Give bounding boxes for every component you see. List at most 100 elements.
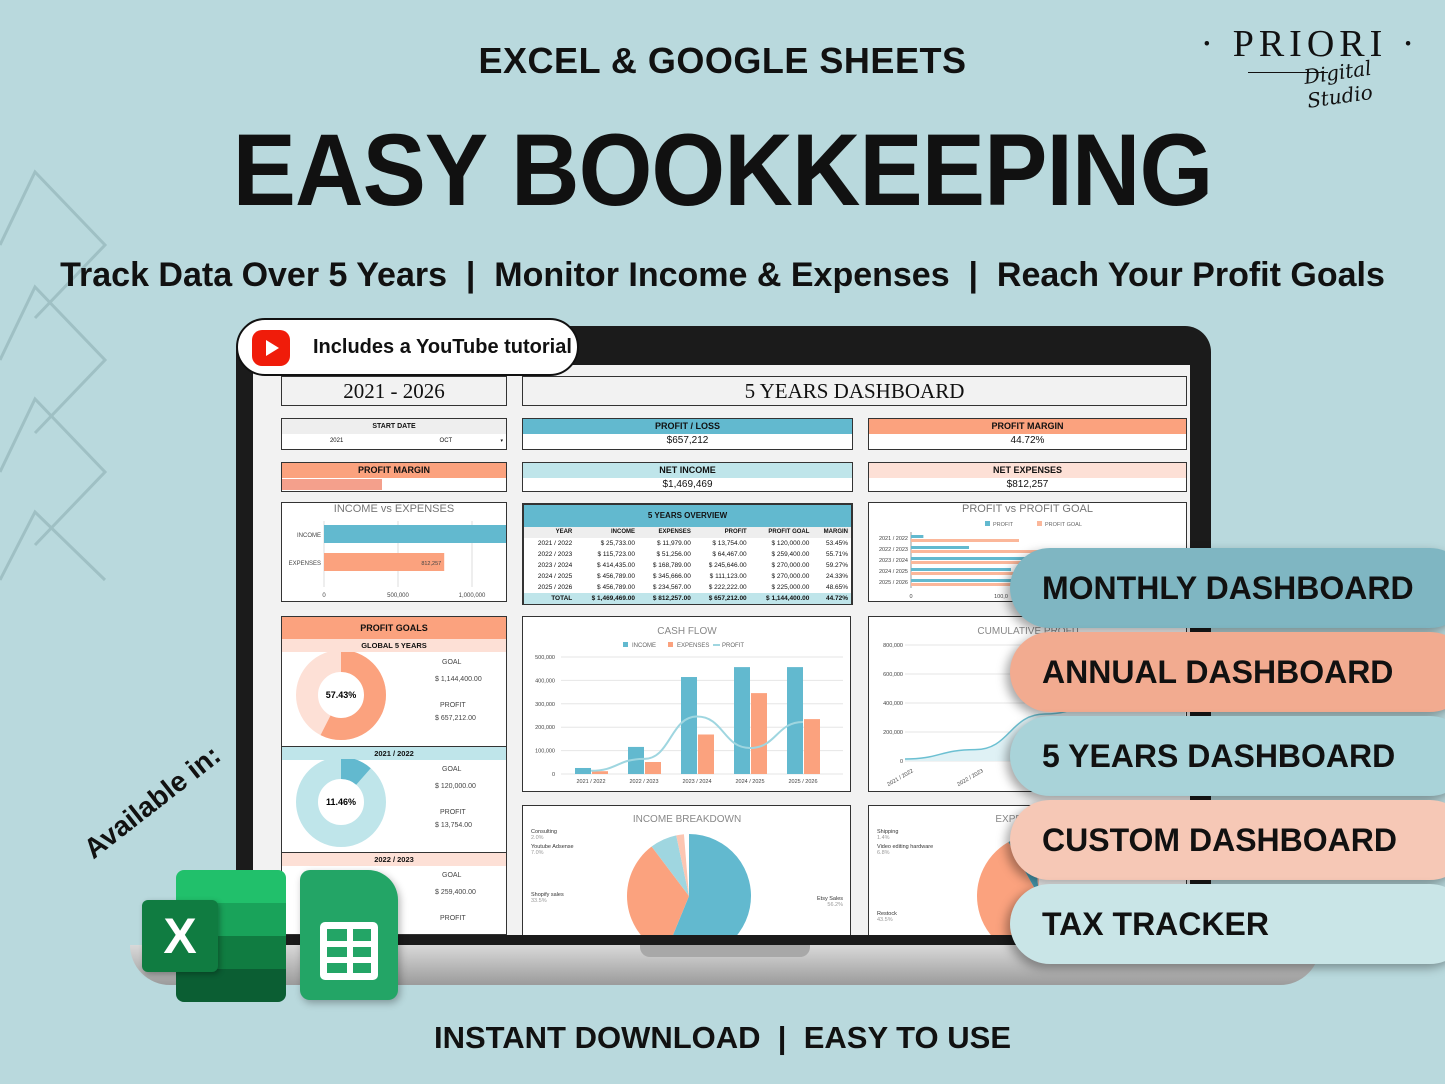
profit-label: PROFIT <box>440 809 466 816</box>
section-label: GLOBAL 5 YEARS <box>282 639 506 652</box>
column-header: MARGIN <box>812 527 851 538</box>
table-cell: $ 111,123.00 <box>709 573 747 580</box>
x-tick-label: 2022 / 2023 <box>629 779 658 785</box>
chart-title: CASH FLOW <box>657 626 717 637</box>
slice-percent: 43.5% <box>877 917 893 923</box>
x-tick-label: 2021 / 2022 <box>576 779 605 785</box>
total-cell: $ 657,212.00 <box>708 595 747 602</box>
legend-swatch <box>985 521 990 526</box>
goal-section: GLOBAL 5 YEARS GOAL $ 1,144,400.00 PROFI… <box>282 639 506 746</box>
x-tick-label: 2025 / 2026 <box>788 779 817 785</box>
chart-title: INCOME BREAKDOWN <box>633 814 741 825</box>
goal-value: $ 120,000.00 <box>435 783 476 790</box>
y-tick-label: 500,000 <box>535 655 555 661</box>
x-tick-label: 2021 / 2022 <box>886 768 914 788</box>
profit-margin-bar <box>282 479 383 490</box>
goal-donut: 57.43% <box>296 652 386 740</box>
total-row: TOTAL $ 1,469,469.00 $ 812,257.00 $ 657,212… <box>524 593 851 604</box>
start-year[interactable]: 2021 <box>282 434 391 448</box>
table-cell: $ 225,000.00 <box>771 584 810 591</box>
bar-expenses <box>804 719 820 774</box>
goal-section: 2021 / 2022 GOAL $ 120,000.00 PROFIT $ 1… <box>282 746 506 852</box>
profit-value: $ 657,212.00 <box>435 715 476 722</box>
overview-table: 5 YEARS OVERVIEW YEAR INCOME EXPENSES PROFI… <box>522 503 853 605</box>
bar-expenses <box>698 734 714 774</box>
footer-text: INSTANT DOWNLOAD | EASY TO USE <box>433 1020 1012 1055</box>
y-tick-label: 300,000 <box>535 702 555 708</box>
menu-pill-monthly-dashboard[interactable]: MONTHLY DASHBOARD <box>1010 548 1445 628</box>
column-header: YEAR <box>524 527 576 538</box>
available-in-label: Available in: <box>78 739 227 865</box>
table-cell: $ 168,789.00 <box>652 562 691 569</box>
table-row: 2021 / 2022 $ 25,733.00 $ 11,979.00 $ 13,75… <box>524 538 851 549</box>
y-tick-label: 100,000 <box>535 749 555 755</box>
y-tick-label: 0 <box>552 772 555 778</box>
table-cell: $ 270,000.00 <box>771 562 810 569</box>
menu-pill-tax-tracker[interactable]: TAX TRACKER <box>1010 884 1445 964</box>
table-cell: $ 222,222.00 <box>708 584 747 591</box>
table-cell: 2025 / 2026 <box>537 584 573 591</box>
goal-label: GOAL <box>442 659 462 666</box>
slice-percent: 33.5% <box>531 898 547 904</box>
total-cell: 44.72% <box>825 595 848 602</box>
category-label: INCOME <box>297 533 321 539</box>
menu-pill-custom-dashboard[interactable]: CUSTOM DASHBOARD <box>1010 800 1445 880</box>
x-tick-label: 2022 / 2023 <box>956 768 984 788</box>
bar-profit <box>911 535 924 538</box>
column-header: PROFIT GOAL <box>749 527 813 538</box>
table-cell: 53.45% <box>825 540 848 547</box>
legend-label: PROFIT <box>993 522 1014 528</box>
menu-pill-5-years-dashboard[interactable]: 5 YEARS DASHBOARD <box>1010 716 1445 796</box>
column-header: INCOME <box>575 527 638 538</box>
table-cell: 2021 / 2022 <box>537 540 573 547</box>
bar-income <box>681 677 697 774</box>
excel-icon: X <box>142 870 286 1002</box>
laptop-notch <box>640 945 810 957</box>
legend-label: PROFIT <box>722 643 744 649</box>
slice-percent: 1.4% <box>877 835 890 841</box>
table-cell: 2024 / 2025 <box>537 573 573 580</box>
start-date-box: START DATE 2021 OCT ▾ <box>281 418 507 450</box>
profit-margin-bar-card: PROFIT MARGIN <box>281 462 507 492</box>
period-header: 2021 - 2026 <box>281 376 507 406</box>
x-tick-label: 500,000 <box>387 593 409 599</box>
youtube-tutorial-badge[interactable]: Includes a YouTube tutorial <box>236 318 579 376</box>
start-month-dropdown[interactable]: OCT <box>391 434 500 448</box>
cash-flow-chart: CASH FLOW INCOME EXPENSES PROFIT 0 100,000 200… <box>522 616 851 792</box>
google-sheets-icon <box>300 870 398 1000</box>
x-tick-label: 2024 / 2025 <box>735 779 764 785</box>
category-label: 2024 / 2025 <box>879 569 908 575</box>
chevron-decoration <box>0 169 108 582</box>
table-cell: 2023 / 2024 <box>537 562 573 569</box>
y-tick-label: 400,000 <box>535 678 555 684</box>
x-tick-label: 0 <box>322 593 326 599</box>
dashboard-title: 5 YEARS DASHBOARD <box>522 376 1187 406</box>
table-cell: $ 51,256.00 <box>656 551 691 558</box>
column-header: EXPENSES <box>637 527 694 538</box>
slice-percent: 6.8% <box>877 850 890 856</box>
profit-value: $ 13,754.00 <box>435 822 472 829</box>
dropdown-arrow-icon[interactable]: ▾ <box>501 434 507 448</box>
bar-income <box>324 525 506 543</box>
bar-income <box>575 767 591 774</box>
table-cell: 24.33% <box>825 573 848 580</box>
y-tick-label: 0 <box>900 759 903 765</box>
goal-label: GOAL <box>442 766 462 773</box>
y-tick-label: 200,000 <box>535 725 555 731</box>
category-label: 2023 / 2024 <box>879 558 908 564</box>
menu-pill-annual-dashboard[interactable]: ANNUAL DASHBOARD <box>1010 632 1445 712</box>
donut-percent: 57.43% <box>326 690 357 700</box>
bar-income <box>734 667 750 774</box>
table-cell: $ 11,979.00 <box>656 540 691 547</box>
slice-percent: 2.0% <box>531 835 544 841</box>
table-cell: $ 345,666.00 <box>652 573 691 580</box>
profit-loss-card: PROFIT / LOSS $657,212 <box>522 418 853 450</box>
y-tick-label: 200,000 <box>883 730 903 736</box>
tagline: Track Data Over 5 Years | Monitor Income… <box>60 256 1385 294</box>
goal-label: GOAL <box>442 872 462 879</box>
section-label: 2022 / 2023 <box>282 852 506 866</box>
table-cell: $ 115,723.00 <box>597 551 635 558</box>
bar-expenses <box>645 762 661 774</box>
bar-expenses <box>751 693 767 774</box>
section-label: 2021 / 2022 <box>282 746 506 760</box>
